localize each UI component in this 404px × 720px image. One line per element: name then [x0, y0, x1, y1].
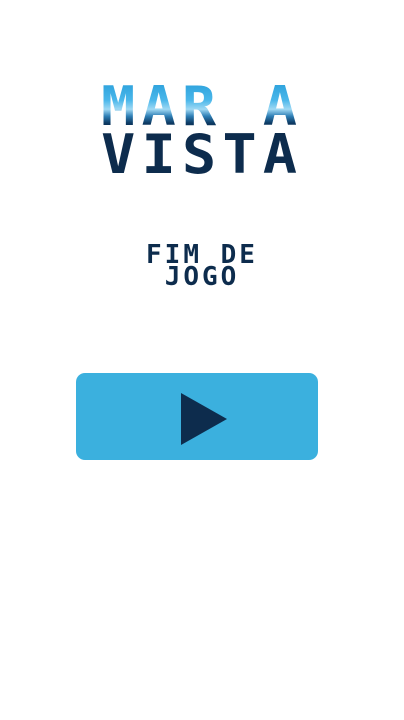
play-icon [181, 393, 227, 445]
game-over-message: FIM DE JOGO [0, 242, 404, 292]
game-over-line-2: JOGO [164, 262, 240, 292]
logo-title-line-2: VISTA [100, 123, 304, 186]
play-button[interactable] [76, 373, 318, 460]
game-logo: MAR À VISTA [0, 80, 404, 186]
game-over-screen: MAR À VISTA FIM DE JOGO [0, 0, 404, 720]
